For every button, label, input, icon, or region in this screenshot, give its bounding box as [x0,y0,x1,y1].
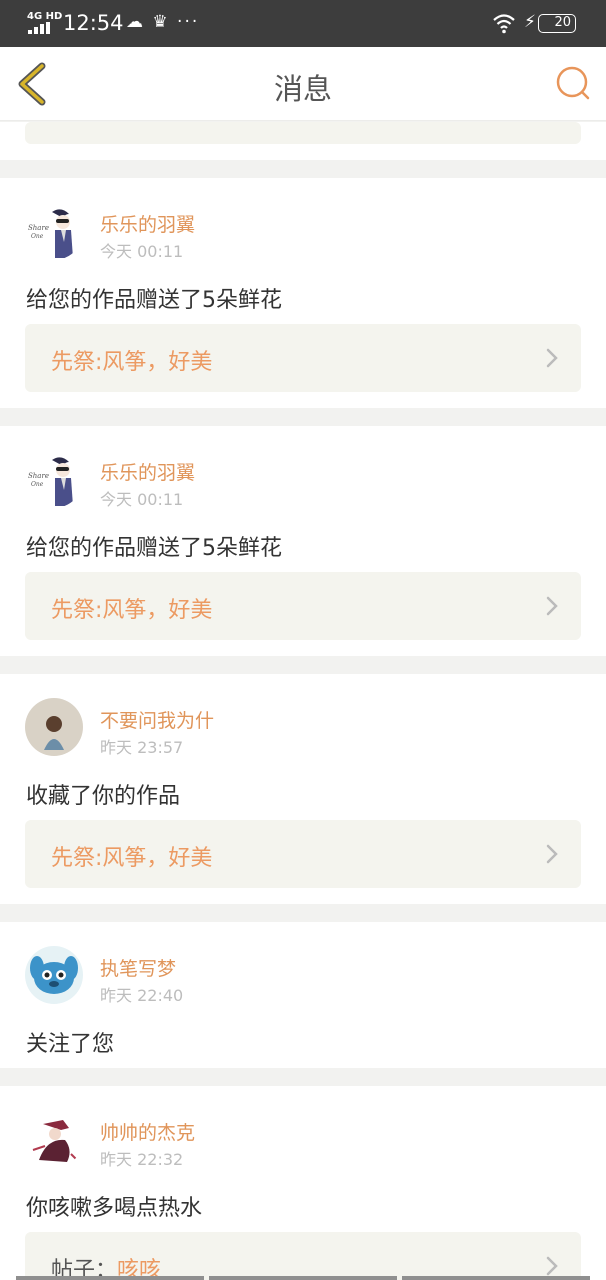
avatar[interactable] [25,946,83,1004]
svg-text:One: One [31,481,44,488]
chevron-right-icon [546,596,558,616]
username[interactable]: 执笔写梦 [100,954,176,981]
quote-box[interactable]: 先祭:风筝，好美 [25,572,581,640]
quote-text: 先祭:风筝，好美 [51,846,213,871]
message-card: 帅帅的杰克 昨天 22:32 你咳嗽多喝点热水 帖子：咳咳 [0,1086,606,1280]
message-text: 给您的作品赠送了5朵鲜花 [26,536,282,561]
message-time: 昨天 22:40 [100,986,184,1005]
status-time: 12:54 [63,11,124,35]
avatar-icon [25,946,83,1004]
battery-icon: 20 [538,14,576,33]
chevron-right-icon [546,844,558,864]
username[interactable]: 乐乐的羽翼 [100,458,195,485]
message-text: 你咳嗽多喝点热水 [26,1196,203,1221]
message-card: 执笔写梦 昨天 22:40 关注了您 [0,922,606,1068]
quote-box[interactable] [25,122,581,144]
username[interactable]: 不要问我为什 [100,706,214,733]
message-time: 今天 00:11 [100,490,184,509]
network-indicator: 4G HD [27,11,63,22]
avatar-icon: Share One [25,450,83,508]
quote-box[interactable]: 帖子：咳咳 [25,1232,581,1280]
nav-header: 消息 [0,47,606,121]
svg-text:One: One [31,233,44,240]
avatar-icon: Share One [25,202,83,260]
gesture-bar [0,1276,606,1280]
search-icon[interactable] [554,64,592,102]
notification-icons: ☁ ♛ ··· [126,12,200,32]
message-text: 给您的作品赠送了5朵鲜花 [26,288,282,313]
svg-text:Share: Share [28,224,49,232]
avatar-icon [25,698,83,756]
message-card-partial [0,122,606,160]
chevron-right-icon [546,1256,558,1276]
message-text: 收藏了你的作品 [26,784,181,809]
message-card: 不要问我为什 昨天 23:57 收藏了你的作品 先祭:风筝，好美 [0,674,606,904]
quote-text: 先祭:风筝，好美 [51,598,213,623]
avatar[interactable]: Share One [25,202,83,260]
quote-box[interactable]: 先祭:风筝，好美 [25,324,581,392]
wifi-icon [493,14,515,34]
message-time: 昨天 23:57 [100,738,184,757]
charging-icon: ⚡ [524,12,536,32]
avatar[interactable] [25,698,83,756]
message-time: 今天 00:11 [100,242,184,261]
avatar-icon [25,1110,83,1168]
message-card: Share One 乐乐的羽翼 今天 00:11 给您的作品赠送了5朵鲜花 先祭… [0,426,606,656]
status-bar: 4G HD 12:54 ☁ ♛ ··· ⚡ 20 [0,0,606,47]
svg-text:Share: Share [28,472,49,480]
username[interactable]: 帅帅的杰克 [100,1118,195,1145]
signal-icon [28,22,54,34]
message-time: 昨天 22:32 [100,1150,184,1169]
username[interactable]: 乐乐的羽翼 [100,210,195,237]
quote-box[interactable]: 先祭:风筝，好美 [25,820,581,888]
quote-text: 先祭:风筝，好美 [51,350,213,375]
message-text: 关注了您 [26,1032,115,1057]
page-title: 消息 [273,72,332,106]
message-card: Share One 乐乐的羽翼 今天 00:11 给您的作品赠送了5朵鲜花 先祭… [0,178,606,408]
avatar[interactable] [25,1110,83,1168]
avatar[interactable]: Share One [25,450,83,508]
chevron-right-icon [546,348,558,368]
